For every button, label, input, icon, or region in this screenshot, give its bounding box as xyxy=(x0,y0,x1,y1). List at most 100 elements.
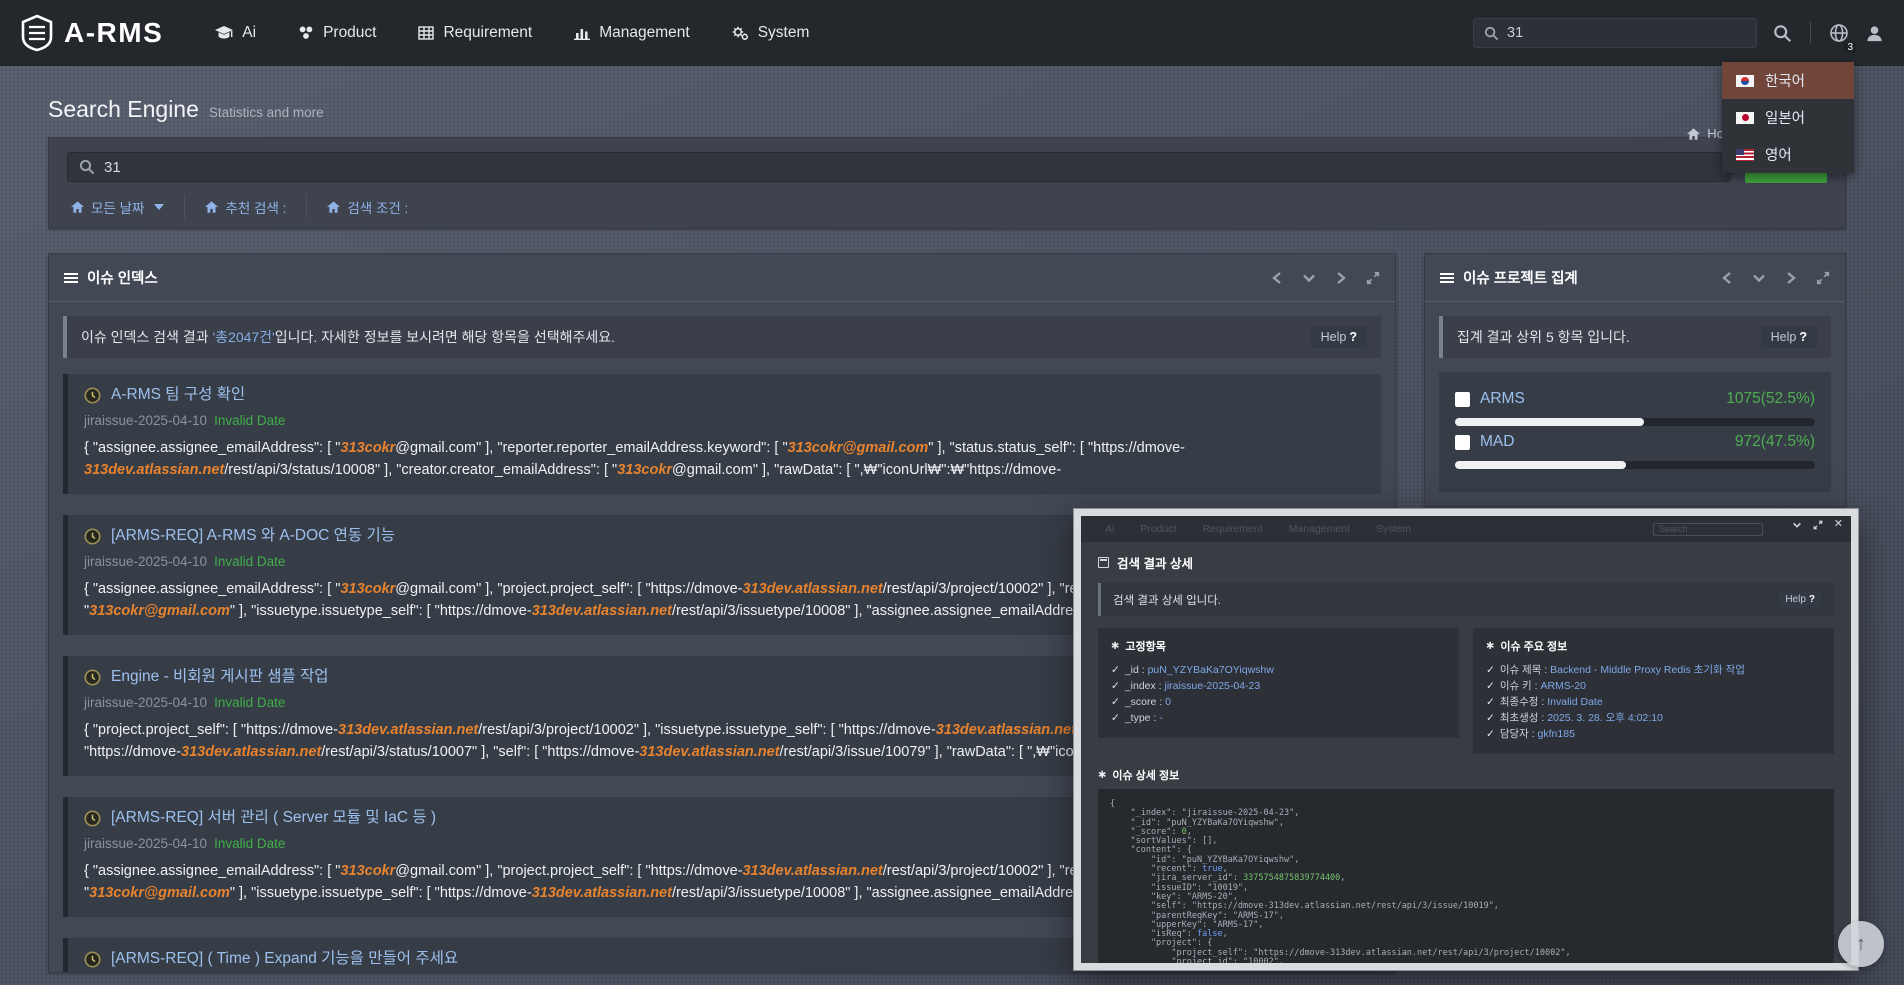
detail-window-icon xyxy=(1098,557,1109,568)
filter-item-1[interactable]: 추천 검색 : xyxy=(184,195,306,219)
chevron-left-icon[interactable] xyxy=(1721,271,1733,285)
language-option-us[interactable]: 영어 xyxy=(1722,136,1854,173)
brand-text: A-RMS xyxy=(64,17,163,49)
check-icon: ✓ xyxy=(1111,712,1120,724)
search-icon xyxy=(1484,26,1499,41)
chevron-right-icon[interactable] xyxy=(1785,271,1797,285)
expand-icon[interactable] xyxy=(1816,271,1830,285)
faint-menu-item: Product xyxy=(1140,523,1176,535)
issue-summary-list: ✓이슈 제목 : Backend - Middle Proxy Redis 초기… xyxy=(1486,662,1821,742)
result-item[interactable]: A-RMS 팀 구성 확인jiraissue-2025-04-10Invalid… xyxy=(63,374,1381,494)
message-suffix: 입니다. 자세한 정보를 보시려면 해당 항목을 선택해주세요. xyxy=(275,329,615,345)
search-filters: 모든 날짜추천 검색 :검색 조건 : xyxy=(67,195,1827,219)
app-logo[interactable]: A-RMS xyxy=(20,14,163,52)
navbar-search-input[interactable]: 31 xyxy=(1473,18,1757,48)
result-json-line: 313dev.atlassian.net/rest/api/3/status/1… xyxy=(84,459,1365,481)
issue-index-header: 이슈 인덱스 xyxy=(49,254,1395,302)
language-option-kr[interactable]: 한국어 xyxy=(1722,62,1854,99)
caret-down-icon xyxy=(154,204,164,210)
issue-type-icon xyxy=(84,951,101,968)
home-icon xyxy=(71,201,84,213)
fixed-fields-heading-wrap: ✱ 고정항목 xyxy=(1111,638,1446,654)
result-json-line: { "assignee.assignee_emailAddress": [ "3… xyxy=(84,437,1365,459)
message-prefix: 이슈 인덱스 검색 결과 xyxy=(81,329,212,345)
search-submit-icon[interactable] xyxy=(1773,24,1792,43)
flag-jp-icon xyxy=(1736,112,1754,124)
issue-index-controls xyxy=(1271,271,1380,285)
issue-detail-json[interactable]: { "_index": "jiraissue-2025-04-23", "_id… xyxy=(1098,789,1834,970)
language-globe-icon[interactable]: 3 xyxy=(1829,23,1849,43)
issue-index-message: 이슈 인덱스 검색 결과 '총2047건'입니다. 자세한 정보를 보시려면 해… xyxy=(63,316,1381,358)
menu-item-product[interactable]: Product xyxy=(298,24,376,42)
issue-detail-heading-wrap: ✱ 이슈 상세 정보 xyxy=(1098,767,1834,783)
flag-us-icon xyxy=(1736,149,1754,161)
agg-progress-track xyxy=(1455,418,1815,426)
help-button[interactable]: Help? xyxy=(1778,591,1822,608)
modal-field: ✓담당자 : gkfn185 xyxy=(1486,726,1821,742)
help-button[interactable]: Help? xyxy=(1761,326,1817,348)
maximize-icon[interactable] xyxy=(1813,520,1823,530)
agg-row-arms: ARMS 1075(52.5%) xyxy=(1455,390,1815,426)
expand-icon[interactable] xyxy=(1366,271,1380,285)
faint-menu-item: System xyxy=(1376,523,1411,535)
menu-item-requirement[interactable]: Requirement xyxy=(418,24,532,42)
language-option-jp[interactable]: 일본어 xyxy=(1722,99,1854,136)
checkbox-icon[interactable] xyxy=(1455,435,1470,450)
shield-logo-icon xyxy=(20,14,54,52)
fixed-fields-heading: 고정항목 xyxy=(1125,638,1165,654)
search-detail-modal: AiProductRequirementManagementSystemSear… xyxy=(1074,509,1858,970)
agg-progress-fill xyxy=(1455,418,1644,426)
menu-item-management[interactable]: Management xyxy=(574,24,689,42)
chevron-down-icon[interactable] xyxy=(1752,272,1766,284)
modal-field: ✓_score : 0 xyxy=(1111,694,1446,710)
agg-row-mad: MAD972(47.5%) xyxy=(1455,433,1815,469)
modal-subtitle-row: 검색 결과 상세 입니다. Help? xyxy=(1098,583,1834,616)
filter-item-2[interactable]: 검색 조건 : xyxy=(306,195,428,219)
invalid-date-label: Invalid Date xyxy=(214,554,285,569)
issue-type-icon xyxy=(84,810,101,827)
result-title[interactable]: A-RMS 팀 구성 확인 xyxy=(84,385,1365,405)
flag-kr-icon xyxy=(1736,75,1754,87)
modal-title: 검색 결과 상세 xyxy=(1117,553,1193,572)
modal-field: ✓최종수정 : Invalid Date xyxy=(1486,694,1821,710)
help-button[interactable]: Help? xyxy=(1311,326,1367,348)
hamburger-icon[interactable] xyxy=(1440,273,1454,283)
menu-item-system[interactable]: System xyxy=(732,24,810,42)
issue-type-icon xyxy=(84,387,101,404)
issue-detail-heading: 이슈 상세 정보 xyxy=(1112,767,1179,783)
home-icon xyxy=(1687,128,1700,140)
home-icon xyxy=(327,201,340,213)
check-icon: ✓ xyxy=(1486,664,1495,676)
modal-field: ✓_index : jiraissue-2025-04-23 xyxy=(1111,678,1446,694)
graduation-cap-icon xyxy=(215,26,233,41)
menu-item-ai[interactable]: Ai xyxy=(215,24,256,42)
project-agg-title-wrap: 이슈 프로젝트 집계 xyxy=(1440,267,1578,288)
page-subtitle: Statistics and more xyxy=(209,105,324,120)
agg-project-count: 1075(52.5%) xyxy=(1726,390,1815,408)
user-icon[interactable] xyxy=(1865,24,1884,43)
modal-window-controls: ✕ xyxy=(1792,519,1843,530)
faint-menu-item: Management xyxy=(1289,523,1350,535)
faint-menu-item: Requirement xyxy=(1203,523,1263,535)
filter-item-0[interactable]: 모든 날짜 xyxy=(67,195,184,219)
result-count-link[interactable]: '총2047건' xyxy=(212,329,274,345)
chevron-right-icon[interactable] xyxy=(1335,271,1347,285)
asterisk-bullet-icon: ✱ xyxy=(1098,770,1106,781)
language-count-badge: 3 xyxy=(1844,42,1856,53)
agg-project-label[interactable]: MAD xyxy=(1480,433,1514,451)
agg-progress-track xyxy=(1455,461,1815,469)
chevron-left-icon[interactable] xyxy=(1271,271,1283,285)
agg-card: ARMS 1075(52.5%) MAD972(47.5%) xyxy=(1439,372,1831,492)
agg-project-label[interactable]: ARMS xyxy=(1480,390,1525,408)
minimize-chevron-icon[interactable] xyxy=(1792,521,1802,529)
close-icon[interactable]: ✕ xyxy=(1834,519,1843,530)
main-search-input[interactable]: 31 xyxy=(67,152,1731,182)
chevron-down-icon[interactable] xyxy=(1302,272,1316,284)
main-search-value: 31 xyxy=(104,159,121,176)
checkbox-icon[interactable] xyxy=(1455,392,1470,407)
agg-progress-fill xyxy=(1455,461,1626,469)
hamburger-icon[interactable] xyxy=(64,273,78,283)
scroll-to-top-button[interactable]: ↑ xyxy=(1838,921,1884,967)
page-title: Search Engine xyxy=(48,96,199,123)
main-menu: Ai Product Requirement Management System xyxy=(215,24,809,42)
